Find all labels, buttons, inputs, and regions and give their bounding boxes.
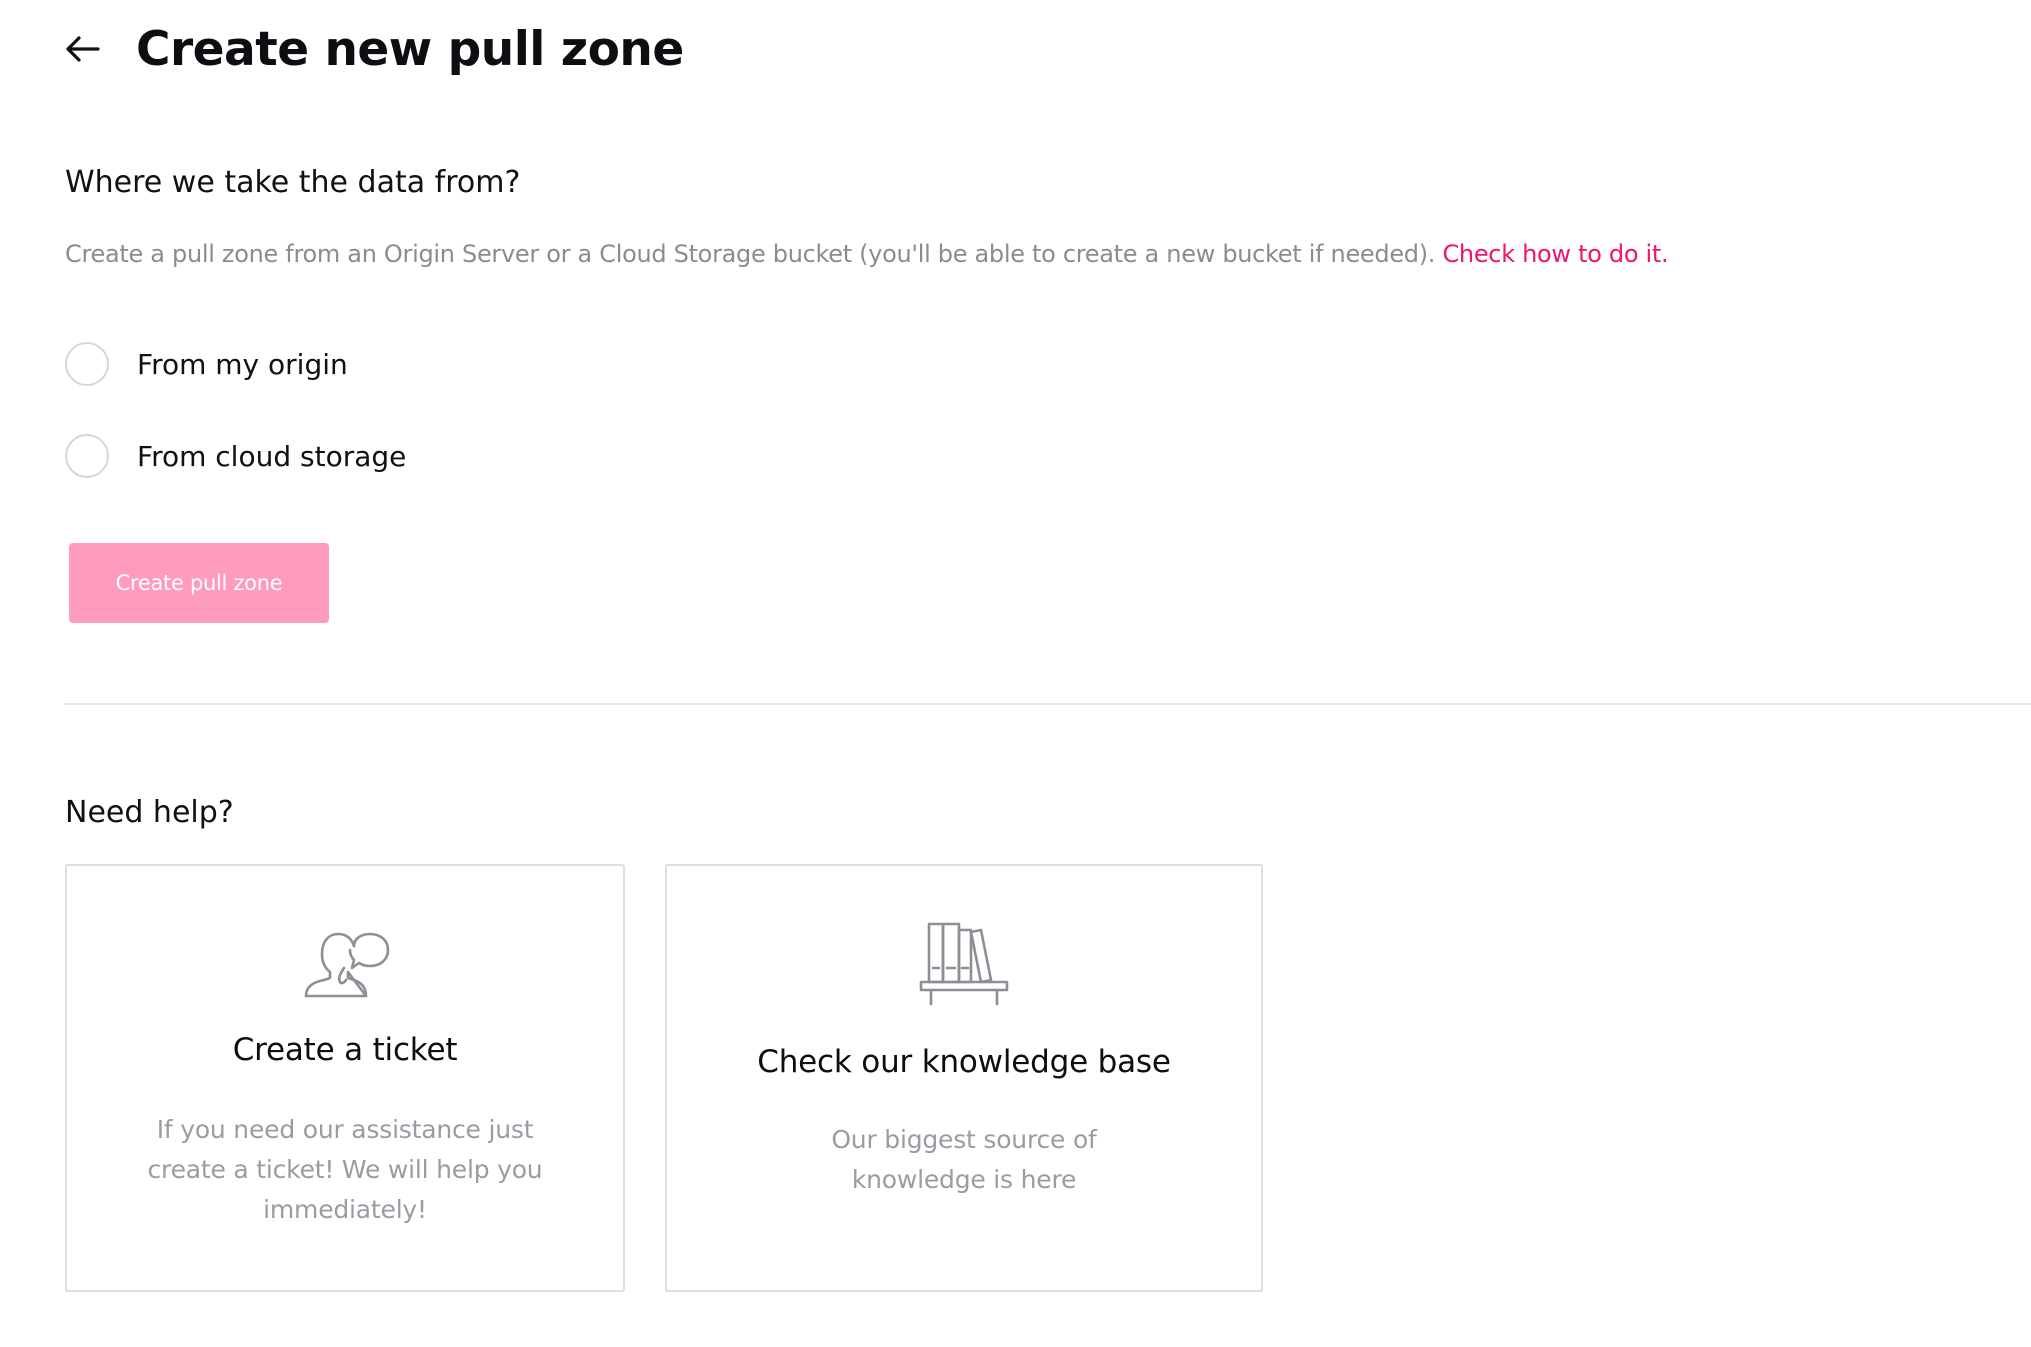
origin-radio-label[interactable]: From my origin xyxy=(137,348,348,381)
page-title: Create new pull zone xyxy=(136,21,684,77)
create-pull-zone-page: Create new pull zone Where we take the d… xyxy=(0,0,2031,1347)
create-ticket-title: Create a ticket xyxy=(232,1032,458,1068)
knowledge-base-card[interactable]: Check our knowledge base Our biggest sou… xyxy=(665,864,1263,1292)
section-divider xyxy=(65,703,2031,705)
page-header: Create new pull zone xyxy=(62,14,684,84)
create-ticket-card[interactable]: Create a ticket If you need our assistan… xyxy=(65,864,625,1292)
data-source-heading: Where we take the data from? xyxy=(65,165,521,200)
check-how-link[interactable]: Check how to do it. xyxy=(1442,240,1668,268)
knowledge-base-text: Our biggest source of knowledge is here xyxy=(831,1125,1097,1194)
origin-radio[interactable] xyxy=(65,342,109,386)
data-source-description: Create a pull zone from an Origin Server… xyxy=(65,240,1669,268)
description-text: Create a pull zone from an Origin Server… xyxy=(65,240,1436,268)
option-from-origin[interactable]: From my origin xyxy=(65,342,348,386)
arrow-left-icon xyxy=(66,36,100,62)
help-heading: Need help? xyxy=(65,795,234,830)
support-chat-icon xyxy=(304,932,390,998)
create-ticket-text: If you need our assistance just create a… xyxy=(147,1115,543,1224)
knowledge-base-title: Check our knowledge base xyxy=(757,1044,1171,1080)
cloud-storage-radio-label[interactable]: From cloud storage xyxy=(137,440,406,473)
back-button[interactable] xyxy=(62,29,102,69)
option-from-cloud-storage[interactable]: From cloud storage xyxy=(65,434,406,478)
cloud-storage-radio[interactable] xyxy=(65,434,109,478)
bookshelf-icon xyxy=(919,922,1009,1006)
create-pull-zone-button[interactable]: Create pull zone xyxy=(69,543,329,623)
